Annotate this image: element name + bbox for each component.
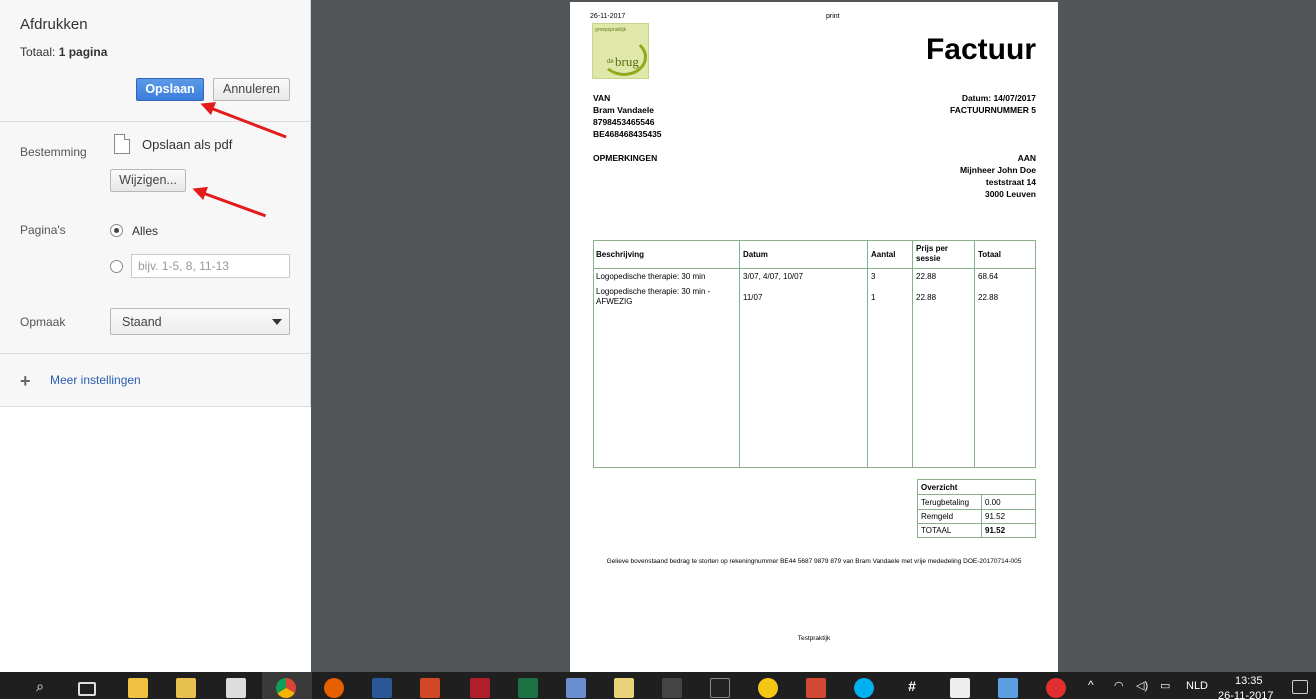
print-preview-page: 26-11-2017 print groepspraktijk de brug … <box>570 2 1058 672</box>
divider <box>0 121 311 122</box>
table-header-cell: Aantal <box>871 250 896 259</box>
overview-cell: 0.00 <box>985 498 1001 507</box>
firefox-icon[interactable] <box>324 678 344 698</box>
table-header-cell: Totaal <box>978 250 1001 259</box>
table-header-cell: Beschrijving <box>596 250 645 259</box>
invoice-table: Beschrijving Datum Aantal Prijs per sess… <box>593 240 1036 468</box>
table-cell: Logopedische therapie: 30 min - AFWEZIG <box>596 287 711 306</box>
pages-custom-radio[interactable] <box>110 260 123 273</box>
invoice-meta: Datum: 14/07/2017 FACTUURNUMMER 5 <box>950 93 1036 115</box>
record-icon[interactable] <box>1046 678 1066 698</box>
slack-icon[interactable]: # <box>902 677 922 695</box>
cancel-button[interactable]: Annuleren <box>213 78 290 101</box>
recipient-block: AAN Mijnheer John Doe teststraat 14 3000… <box>959 153 1036 199</box>
page-footer: Testpraktijk <box>797 635 831 642</box>
destination-label: Bestemming <box>20 145 87 159</box>
print-settings-panel: Afdrukken Totaal: 1 pagina Opslaan Annul… <box>0 0 311 672</box>
panel-empty-area <box>0 407 311 672</box>
chrome-icon[interactable] <box>276 678 296 698</box>
table-header-cell: Datum <box>743 250 768 259</box>
excel-icon[interactable] <box>518 678 538 698</box>
pages-all-radio[interactable] <box>110 224 123 237</box>
destination-value: Opslaan als pdf <box>142 137 233 152</box>
save-button[interactable]: Opslaan <box>136 78 204 101</box>
app-icon[interactable] <box>662 678 682 698</box>
table-cell: 22.88 <box>916 293 937 302</box>
chevron-down-icon <box>272 319 282 325</box>
header-date: 26-11-2017 <box>590 13 626 20</box>
print-dialog-title: Afdrukken <box>20 16 88 33</box>
page-total: Totaal: 1 pagina <box>20 45 107 59</box>
overview-cell: 91.52 <box>985 526 1006 535</box>
overview-title: Overzicht <box>921 483 958 492</box>
app-icon[interactable] <box>998 678 1018 698</box>
pages-all-label: Alles <box>132 224 159 238</box>
pages-custom-input[interactable] <box>131 254 290 278</box>
volume-icon[interactable]: ◁) <box>1136 679 1148 692</box>
mail-icon[interactable] <box>950 678 970 698</box>
overview-cell: TOTAAL <box>921 526 952 535</box>
paint-icon[interactable] <box>566 678 586 698</box>
layout-select-value: Staand <box>122 315 162 329</box>
search-icon[interactable]: ⌕ <box>30 677 50 695</box>
table-cell: 3 <box>871 272 876 281</box>
layout-label: Opmaak <box>20 315 66 329</box>
document-title: Factuur <box>925 33 1036 66</box>
table-header-cell: Prijs per sessie <box>916 244 949 263</box>
divider <box>0 353 311 354</box>
remarks-heading: OPMERKINGEN <box>593 153 658 163</box>
change-destination-button[interactable]: Wijzigen... <box>110 169 186 192</box>
company-logo: groepspraktijk de brug <box>592 23 649 79</box>
table-cell: 3/07, 4/07, 10/07 <box>743 272 804 281</box>
notifications-icon[interactable] <box>1292 680 1308 694</box>
overview-cell: 91.52 <box>985 512 1006 521</box>
emoji-icon[interactable] <box>758 678 778 698</box>
calendar-icon[interactable] <box>226 678 246 698</box>
file-explorer-icon[interactable] <box>176 678 196 698</box>
battery-icon[interactable]: ▭ <box>1160 679 1170 692</box>
overview-cell: Terugbetaling <box>921 498 970 507</box>
store-icon[interactable] <box>128 678 148 698</box>
skype-icon[interactable] <box>854 678 874 698</box>
document-icon <box>114 134 130 154</box>
notes-icon[interactable] <box>614 678 634 698</box>
language-indicator[interactable]: NLD <box>1186 680 1208 692</box>
wifi-icon[interactable]: ◠ <box>1114 679 1124 692</box>
app-icon[interactable] <box>470 678 490 698</box>
clock-time[interactable]: 13:35 <box>1235 675 1263 687</box>
table-cell: 1 <box>871 293 876 302</box>
page-total-label: Totaal: <box>20 45 56 59</box>
payment-note: Gelieve bovenstaand bedrag te storten op… <box>606 558 1022 565</box>
plus-icon[interactable]: + <box>20 372 31 390</box>
pages-label: Pagina's <box>20 223 66 237</box>
gmail-icon[interactable] <box>806 678 826 698</box>
more-settings-link[interactable]: Meer instellingen <box>50 373 141 387</box>
layout-select[interactable]: Staand <box>110 308 290 335</box>
table-header-divider <box>594 268 1035 269</box>
powerpoint-icon[interactable] <box>420 678 440 698</box>
clock-date[interactable]: 26-11-2017 <box>1218 690 1273 699</box>
table-cell: 11/07 <box>743 293 763 302</box>
chevron-up-icon[interactable]: ^ <box>1088 678 1094 692</box>
piano-icon[interactable] <box>710 678 730 698</box>
taskbar: ⌕ # ^ ◠ ◁) ▭ NLD 13:35 26-11-2017 <box>0 672 1316 699</box>
task-view-icon[interactable] <box>78 682 96 696</box>
overview-cell: Remgeld <box>921 512 954 521</box>
sender-block: VAN Bram Vandaele 8798453465546 BE468468… <box>593 93 662 139</box>
page-total-value: 1 pagina <box>58 45 108 59</box>
table-cell: 68.64 <box>978 272 999 281</box>
word-icon[interactable] <box>372 678 392 698</box>
table-cell: 22.88 <box>978 293 999 302</box>
table-cell: 22.88 <box>916 272 937 281</box>
overview-table: Overzicht Terugbetaling 0.00 Remgeld 91.… <box>917 479 1036 538</box>
table-cell: Logopedische therapie: 30 min <box>596 272 706 281</box>
header-title: print <box>826 13 840 20</box>
